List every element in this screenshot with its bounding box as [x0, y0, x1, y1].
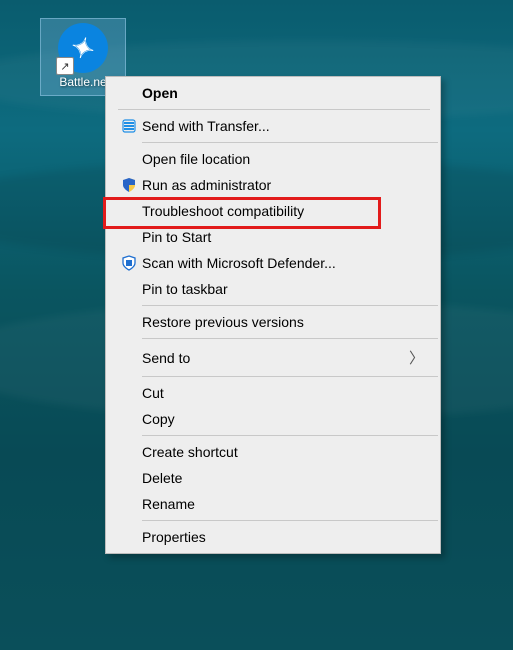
menu-run-admin-label: Run as administrator: [142, 177, 430, 193]
defender-shield-icon: [116, 255, 142, 271]
menu-create-shortcut[interactable]: Create shortcut: [108, 439, 438, 465]
battlenet-icon: ✦ ↗: [58, 23, 108, 73]
menu-restore-versions[interactable]: Restore previous versions: [108, 309, 438, 335]
menu-delete[interactable]: Delete: [108, 465, 438, 491]
menu-properties[interactable]: Properties: [108, 524, 438, 550]
menu-troubleshoot[interactable]: Troubleshoot compatibility: [108, 198, 438, 224]
menu-copy[interactable]: Copy: [108, 406, 438, 432]
menu-properties-label: Properties: [142, 529, 430, 545]
menu-scan-defender[interactable]: Scan with Microsoft Defender...: [108, 250, 438, 276]
menu-restore-label: Restore previous versions: [142, 314, 430, 330]
menu-open[interactable]: Open: [108, 80, 438, 106]
menu-copy-label: Copy: [142, 411, 430, 427]
menu-send-to-label: Send to: [142, 350, 409, 366]
menu-cut-label: Cut: [142, 385, 430, 401]
menu-pin-taskbar[interactable]: Pin to taskbar: [108, 276, 438, 302]
menu-cut[interactable]: Cut: [108, 380, 438, 406]
context-menu: Open Send with Transfer... Open file loc…: [105, 76, 441, 554]
menu-create-shortcut-label: Create shortcut: [142, 444, 430, 460]
menu-rename-label: Rename: [142, 496, 430, 512]
menu-send-transfer[interactable]: Send with Transfer...: [108, 113, 438, 139]
menu-troubleshoot-label: Troubleshoot compatibility: [142, 203, 430, 219]
menu-rename[interactable]: Rename: [108, 491, 438, 517]
chevron-right-icon: 〉: [409, 347, 430, 368]
menu-send-transfer-label: Send with Transfer...: [142, 118, 430, 134]
menu-open-location-label: Open file location: [142, 151, 430, 167]
menu-open-label: Open: [142, 85, 430, 101]
menu-pin-taskbar-label: Pin to taskbar: [142, 281, 430, 297]
menu-scan-defender-label: Scan with Microsoft Defender...: [142, 255, 430, 271]
menu-pin-start-label: Pin to Start: [142, 229, 430, 245]
menu-run-administrator[interactable]: Run as administrator: [108, 172, 438, 198]
menu-send-to[interactable]: Send to 〉: [108, 342, 438, 373]
shortcut-arrow-icon: ↗: [56, 57, 74, 75]
uac-shield-icon: [116, 177, 142, 193]
menu-delete-label: Delete: [142, 470, 430, 486]
menu-open-location[interactable]: Open file location: [108, 146, 438, 172]
transfer-icon: [116, 118, 142, 134]
menu-pin-start[interactable]: Pin to Start: [108, 224, 438, 250]
